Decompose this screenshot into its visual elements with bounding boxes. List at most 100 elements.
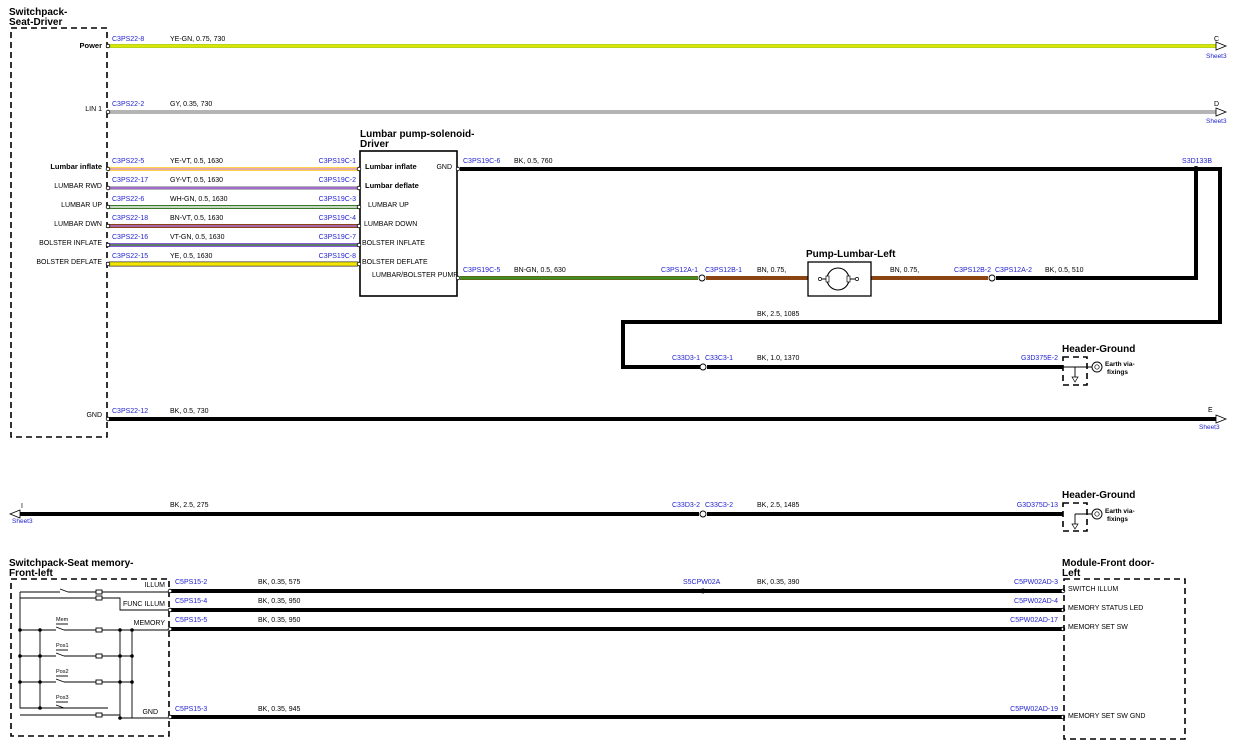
door-pin-status-led: MEMORY STATUS LED xyxy=(1068,605,1143,612)
pump-lumbar-left: Pump-Lumbar-Left xyxy=(806,249,896,297)
conn-c5ps15-2: C5PS15-2 xyxy=(175,579,207,586)
conn-c3ps19c-4: C3PS19C-4 xyxy=(319,215,356,222)
wire-spec-pump-a: BN, 0.75, xyxy=(757,267,786,274)
wire-spec-ground-2b: BK, 2.5, 1485 xyxy=(757,502,800,509)
terminal-dots xyxy=(105,43,461,422)
wire-memory-set: C5PS15-5 BK, 0.35, 950 C5PW02AD-17 xyxy=(171,617,1063,631)
conn-c5pw02ad-4: C5PW02AD-4 xyxy=(1014,598,1058,605)
memory-pin-illum: ILLUM xyxy=(144,582,165,589)
lumbar-pin-up: LUMBAR UP xyxy=(368,202,409,209)
switchpack-seat-memory: Switchpack-Seat memory- Front-left ILLUM… xyxy=(9,558,170,737)
wire-memory-status: C5PS15-4 BK, 0.35, 950 C5PW02AD-4 xyxy=(171,598,1063,612)
conn-s5cpw02a: S5CPW02A xyxy=(683,579,721,586)
lumbar-pin-deflate: Lumbar deflate xyxy=(365,181,419,190)
wire-spec-status: BK, 0.35, 950 xyxy=(258,598,301,605)
memory-junction-dots xyxy=(18,628,134,720)
pin-lin1: LIN 1 xyxy=(85,106,102,113)
lumbar-pin-down: LUMBAR DOWN xyxy=(364,221,417,228)
ground-symbol-2 xyxy=(1071,523,1079,530)
wire-spec-lumbar-inflate: YE-VT, 0.5, 1630 xyxy=(170,158,223,165)
memory-pin-func-illum: FUNC ILLUM xyxy=(123,601,165,608)
conn-c5ps15-5: C5PS15-5 xyxy=(175,617,207,624)
wire-spec-main-gnd: BK, 0.5, 730 xyxy=(170,408,209,415)
wire-memory-set-gnd: C5PS15-3 BK, 0.35, 945 C5PW02AD-19 xyxy=(171,706,1063,719)
switch-label-pos3: Pos3 xyxy=(56,695,69,701)
wire-spec-illum-a: BK, 0.35, 575 xyxy=(258,579,301,586)
wire-lumbar-up: C3PS22-6 WH-GN, 0.5, 1630 C3PS19C-3 xyxy=(109,196,358,209)
inline-connector-1 xyxy=(698,274,706,282)
conn-c5pw02ad-17: C5PW02AD-17 xyxy=(1010,617,1058,624)
wire-switch-illum: C5PS15-2 BK, 0.35, 575 S5CPW02A BK, 0.35… xyxy=(171,579,1063,594)
conn-g3d375d-13: G3D375D-13 xyxy=(1017,502,1058,509)
conn-c3ps22-8: C3PS22-8 xyxy=(112,36,144,43)
sheet-link-d[interactable]: Sheet3 xyxy=(1206,118,1227,125)
memory-title-2: Front-left xyxy=(9,568,54,579)
lumbar-pin-inflate: Lumbar inflate xyxy=(365,162,417,171)
wire-spec-ground-1: BK, 1.0, 1370 xyxy=(757,355,800,362)
sheet-ref-c: C xyxy=(1214,36,1219,43)
conn-c3ps19c-2: C3PS19C-2 xyxy=(319,177,356,184)
pump-title: Pump-Lumbar-Left xyxy=(806,249,896,260)
sheet-ref-e: E xyxy=(1208,407,1213,414)
sheet-ref-i: I xyxy=(21,503,23,510)
conn-c3ps22-15: C3PS22-15 xyxy=(112,253,148,260)
sheet-link-e[interactable]: Sheet3 xyxy=(1199,424,1220,431)
conn-c5pw02ad-19: C5PW02AD-19 xyxy=(1010,706,1058,713)
sheet-arrow-c xyxy=(1215,41,1228,51)
wire-lin1: C3PS22-2 GY, 0.35, 730 D Sheet3 xyxy=(109,101,1228,125)
wire-spec-lin1: GY, 0.35, 730 xyxy=(170,101,212,108)
pin-lumbar-inflate: Lumbar inflate xyxy=(50,162,102,171)
wire-spec-bolster-deflate: YE, 0.5, 1630 xyxy=(170,253,213,260)
wire-spec-illum-b: BK, 0.35, 390 xyxy=(757,579,800,586)
conn-c33d3-1: C33D3-1 xyxy=(672,355,700,362)
wire-ground-2: I Sheet3 BK, 2.5, 275 C33D3-2 C33C3-2 BK… xyxy=(8,502,1063,525)
pin-power: Power xyxy=(79,41,102,50)
earth-label-2b: fixings xyxy=(1107,516,1128,523)
inline-connector-4 xyxy=(699,510,707,518)
conn-g3d375e-2: G3D375E-2 xyxy=(1021,355,1058,362)
conn-c3ps22-6: C3PS22-6 xyxy=(112,196,144,203)
memory-switch-network xyxy=(19,588,168,719)
memory-pin-memory: MEMORY xyxy=(134,620,166,627)
lumbar-title-2: Driver xyxy=(360,139,389,150)
conn-c3ps22-17: C3PS22-17 xyxy=(112,177,148,184)
conn-c3ps22-12: C3PS22-12 xyxy=(112,408,148,415)
wire-spec-memory-gnd: BK, 0.35, 945 xyxy=(258,706,301,713)
switch-label-pos2: Pos2 xyxy=(56,669,69,675)
wire-spec-pump-gnd: BK, 0.5, 510 xyxy=(1045,267,1084,274)
switchpack-driver-box xyxy=(10,27,108,438)
conn-c3ps19c-6: C3PS19C-6 xyxy=(463,158,500,165)
conn-c3ps19c-5: C3PS19C-5 xyxy=(463,267,500,274)
conn-c5pw02ad-3: C5PW02AD-3 xyxy=(1014,579,1058,586)
wire-power: C3PS22-8 YE-GN, 0.75, 730 C Sheet3 xyxy=(109,36,1228,60)
wire-spec-power: YE-GN, 0.75, 730 xyxy=(170,36,225,43)
conn-c3ps19c-7: C3PS19C-7 xyxy=(319,234,356,241)
earth-label-2a: Earth via- xyxy=(1105,508,1135,515)
sheet-link-i[interactable]: Sheet3 xyxy=(12,518,33,525)
wire-lumbar-inflate: C3PS22-5 YE-VT, 0.5, 1630 C3PS19C-1 xyxy=(109,158,358,171)
conn-c3ps12a-2: C3PS12A-2 xyxy=(995,267,1032,274)
lumbar-pin-bolster-inflate: BOLSTER INFLATE xyxy=(362,240,425,247)
splice-s5cpw02a xyxy=(700,588,706,594)
sheet-ref-d: D xyxy=(1214,101,1219,108)
wire-lumbar-dwn: C3PS22-18 BN-VT, 0.5, 1630 C3PS19C-4 xyxy=(109,215,358,228)
switchpack-driver-title-2: Seat-Driver xyxy=(9,17,62,28)
wire-spec-lumbar-up: WH-GN, 0.5, 1630 xyxy=(170,196,228,203)
module-front-door-left: Module-Front door- Left SWITCH ILLUM MEM… xyxy=(1062,558,1186,740)
ground-symbol-1 xyxy=(1071,376,1079,383)
sheet-arrow-i xyxy=(8,509,21,519)
door-title-2: Left xyxy=(1062,568,1081,579)
header-ground-2: Header-Ground Earth via- fixings xyxy=(1062,490,1135,532)
sheet-link-c[interactable]: Sheet3 xyxy=(1206,53,1227,60)
conn-c3ps22-5: C3PS22-5 xyxy=(112,158,144,165)
conn-c3ps22-16: C3PS22-16 xyxy=(112,234,148,241)
wire-spec-pump-b: BN, 0.75, xyxy=(890,267,919,274)
wire-spec-loop: BK, 2.5, 1085 xyxy=(757,311,800,318)
inline-connector-3 xyxy=(699,363,707,371)
memory-pin-gnd: GND xyxy=(142,709,158,716)
sheet-arrow-d xyxy=(1215,107,1228,117)
conn-c3ps19c-8: C3PS19C-8 xyxy=(319,253,356,260)
wire-spec-memory-set: BK, 0.35, 950 xyxy=(258,617,301,624)
pin-gnd: GND xyxy=(86,412,102,419)
conn-s3d133b: S3D133B xyxy=(1182,158,1212,165)
